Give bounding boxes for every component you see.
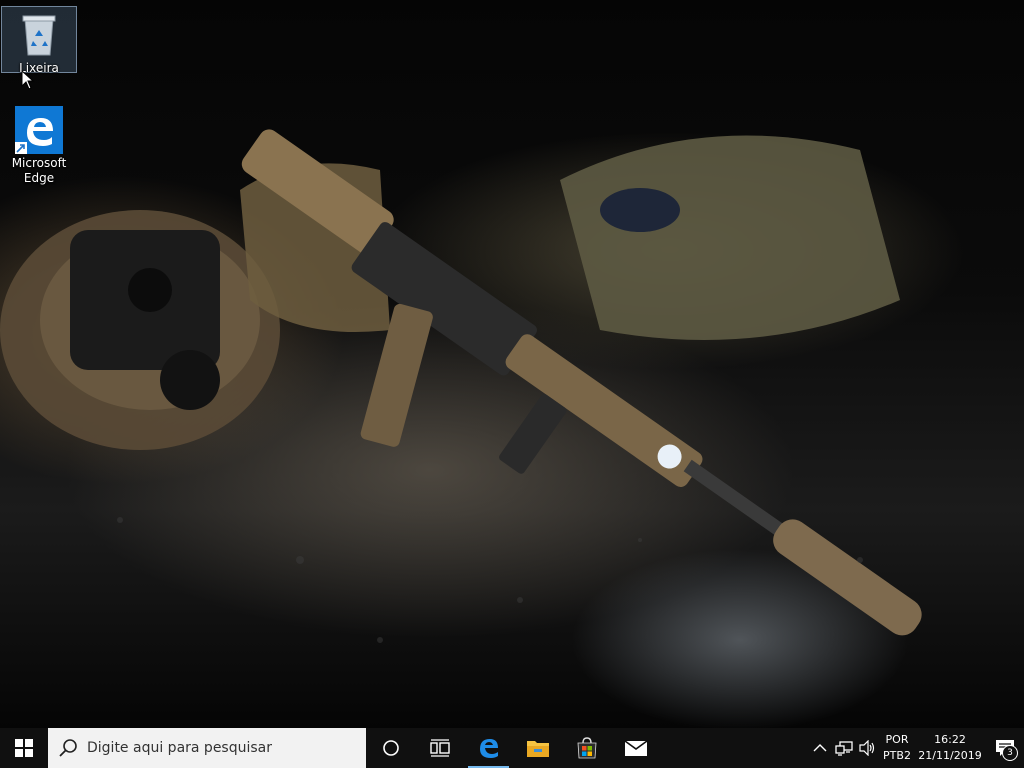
clock-date: 21/11/2019 — [918, 749, 982, 762]
desktop-icon-recycle-bin[interactable]: Lixeira — [1, 6, 77, 75]
show-hidden-icons-button[interactable] — [808, 728, 832, 768]
search-placeholder: Digite aqui para pesquisar — [87, 740, 273, 756]
recycle-bin-icon — [15, 11, 63, 59]
taskbar-search-box[interactable]: Digite aqui para pesquisar — [48, 728, 366, 768]
keyboard-layout: PTB2 — [883, 749, 911, 762]
cortana-icon — [382, 740, 399, 756]
desktop-wallpaper — [0, 0, 1024, 728]
network-button[interactable] — [832, 728, 856, 768]
notification-count-badge: 3 — [1002, 745, 1018, 761]
chevron-up-icon — [813, 744, 827, 752]
mouse-cursor-icon — [21, 70, 35, 90]
task-view-button[interactable] — [415, 728, 464, 768]
start-button[interactable] — [0, 728, 48, 768]
store-button[interactable] — [562, 728, 611, 768]
action-center-button[interactable]: 3 — [986, 728, 1024, 768]
recycle-bin-label: Lixeira — [19, 61, 59, 75]
input-language-indicator[interactable]: POR PTB2 — [880, 732, 914, 764]
cortana-button[interactable] — [366, 728, 415, 768]
file-explorer-button[interactable] — [513, 728, 562, 768]
search-icon — [59, 739, 77, 757]
network-icon — [835, 741, 853, 756]
clock[interactable]: 16:22 21/11/2019 — [914, 732, 986, 764]
wallpaper-rifle-art — [0, 129, 922, 643]
system-tray: POR PTB2 16:22 21/11/2019 3 — [808, 728, 1024, 768]
desktop-icon-microsoft-edge[interactable]: Microsoft Edge — [1, 102, 77, 190]
edge-icon — [479, 739, 498, 758]
volume-button[interactable] — [856, 728, 880, 768]
volume-icon — [859, 740, 875, 756]
mail-icon — [624, 740, 647, 756]
clock-time: 16:22 — [934, 733, 966, 746]
windows-logo-icon — [15, 739, 33, 757]
mail-button[interactable] — [611, 728, 660, 768]
microsoft-edge-label: Microsoft Edge — [11, 156, 67, 185]
file-explorer-icon — [526, 741, 549, 757]
edge-shortcut-icon — [15, 106, 63, 154]
taskbar: Digite aqui para pesquisar POR PTB2 16:2… — [0, 728, 1024, 768]
edge-taskbar-button[interactable] — [464, 728, 513, 768]
store-icon — [577, 737, 596, 759]
task-view-icon — [429, 739, 450, 757]
language-code: POR — [885, 733, 909, 746]
